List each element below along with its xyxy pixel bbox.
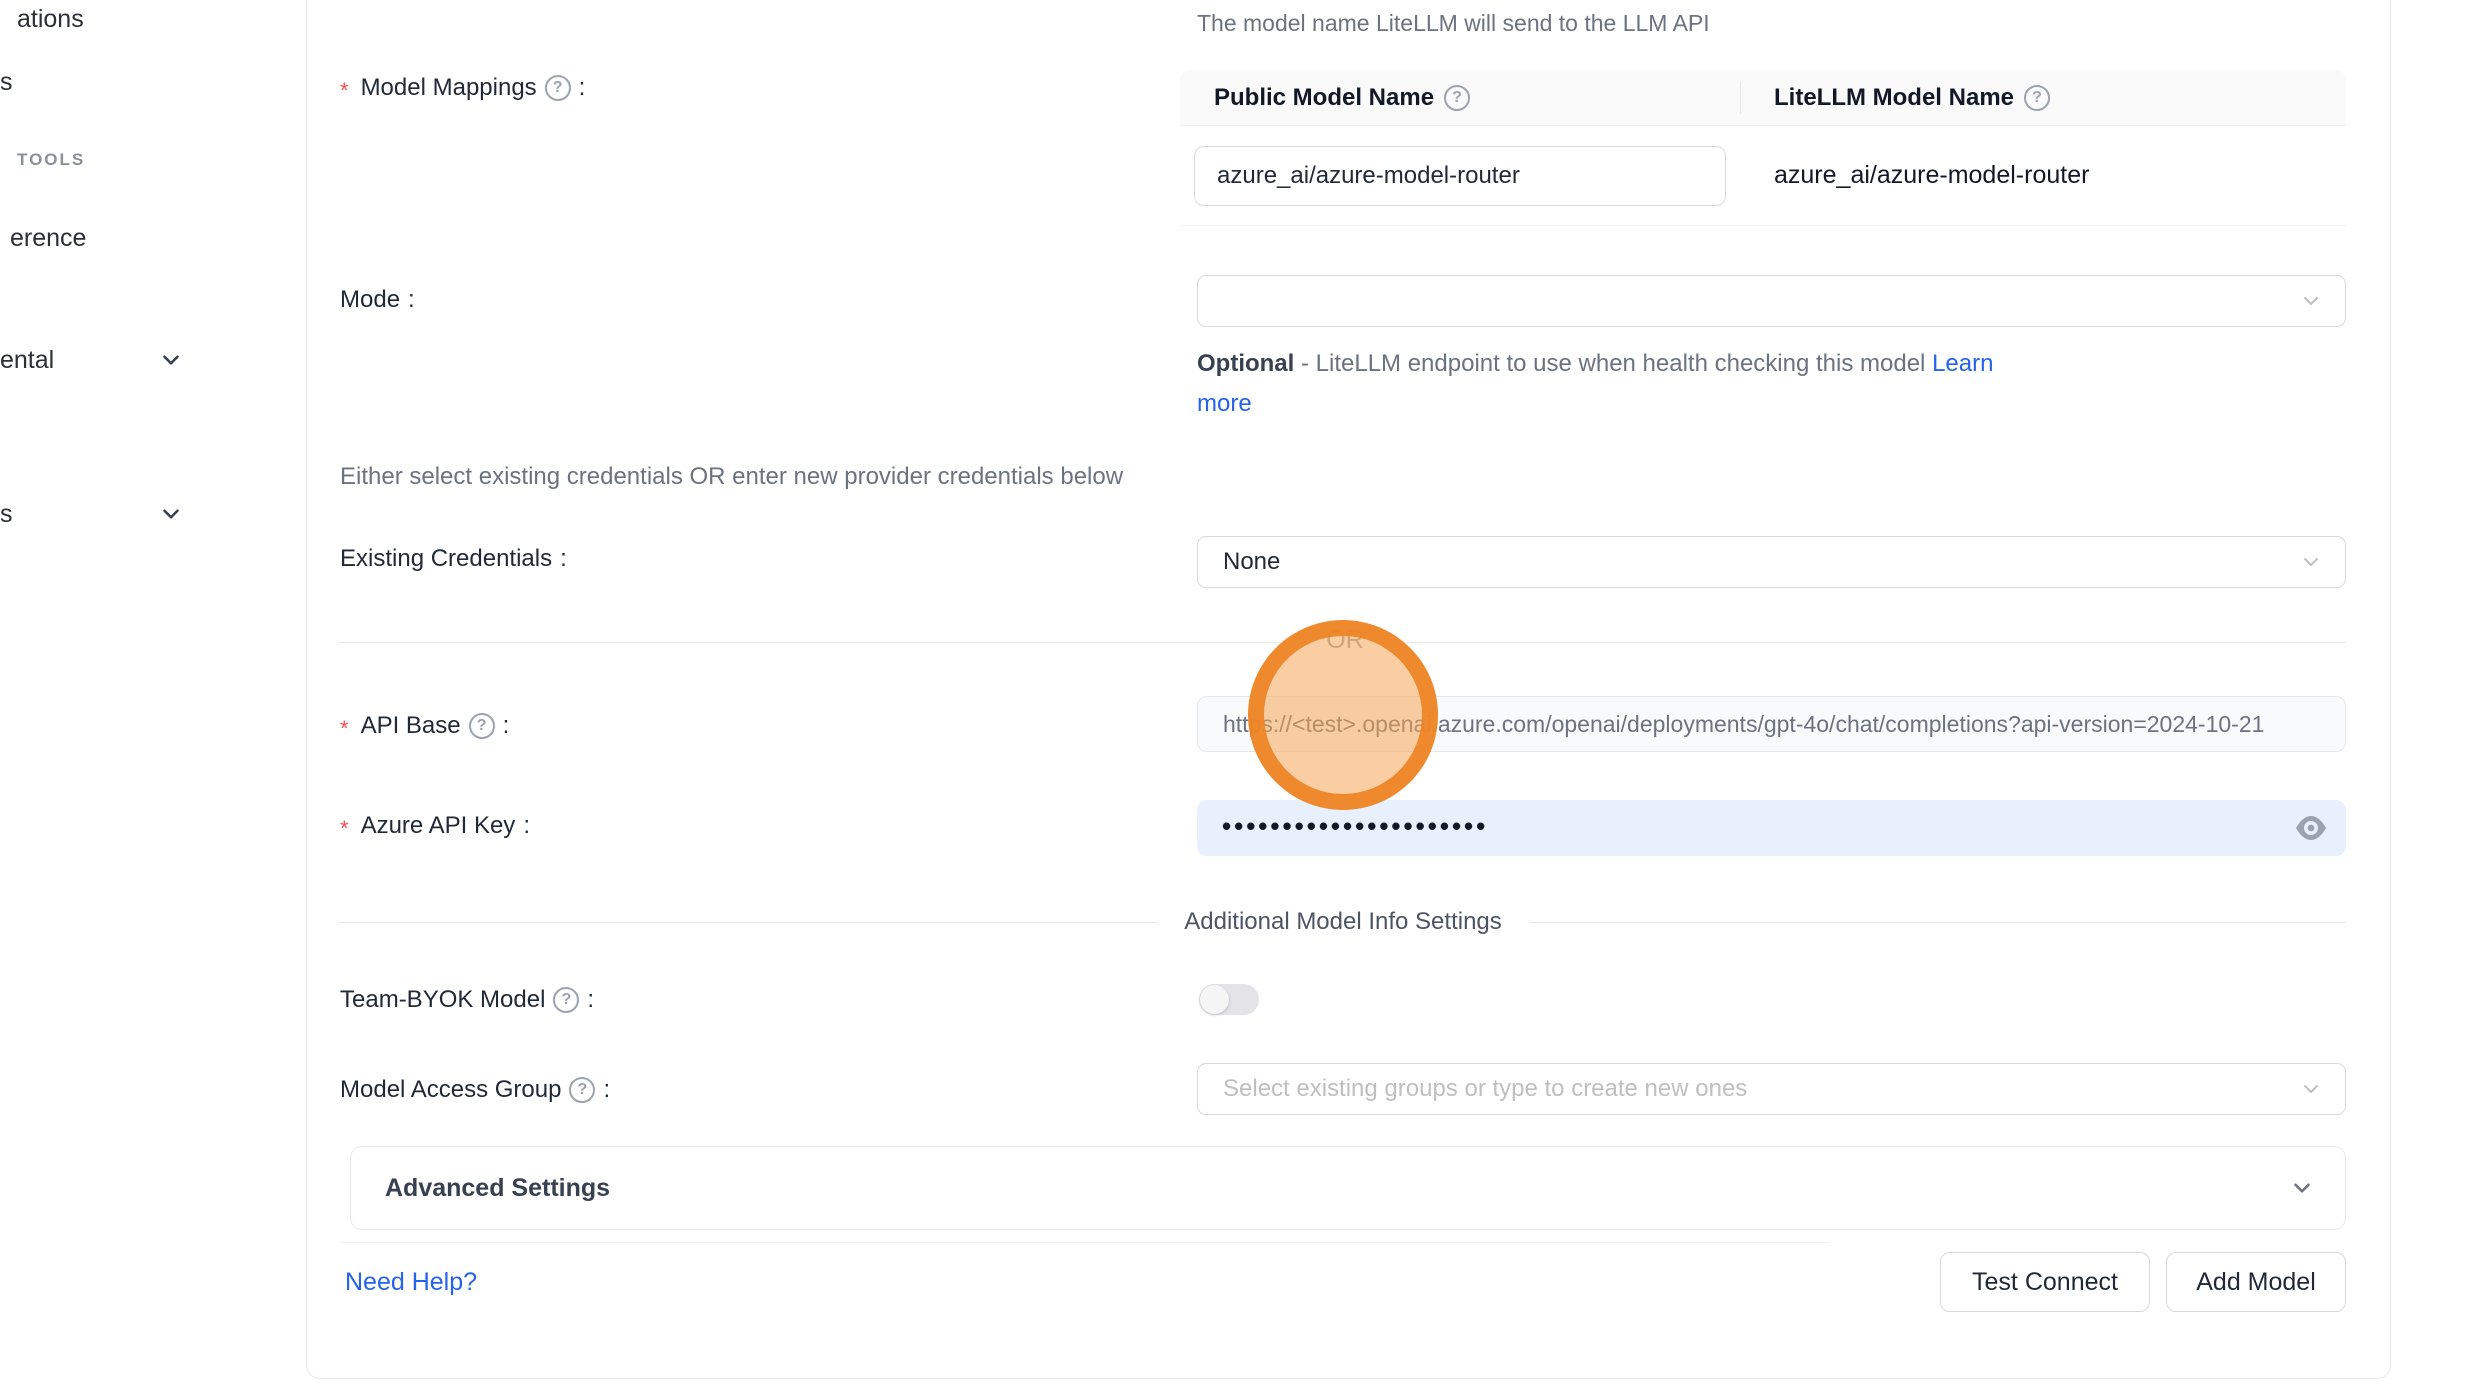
mode-select[interactable] [1197,275,2346,327]
model-mappings-label: * Model Mappings ? : [340,74,585,102]
existing-credentials-label: Existing Credentials : [340,545,567,573]
help-icon[interactable]: ? [1444,85,1470,111]
required-mark: * [340,78,349,104]
chevron-down-icon [2299,1077,2323,1101]
mode-label: Mode : [340,286,415,314]
azure-api-key-input[interactable]: •••••••••••••••••••••• [1197,800,2346,856]
model-access-group-placeholder: Select existing groups or type to create… [1223,1075,1747,1103]
label-colon: : [579,74,586,102]
azure-api-key-label: * Azure API Key : [340,812,530,840]
help-icon[interactable]: ? [545,75,571,101]
help-icon[interactable]: ? [2024,85,2050,111]
help-icon[interactable]: ? [553,987,579,1013]
sidebar-item-experimental[interactable]: ental [0,346,54,375]
sidebar-section-tools: TOOLS [17,150,85,170]
model-access-group-select[interactable]: Select existing groups or type to create… [1197,1063,2346,1115]
public-model-name-header: Public Model Name ? [1180,84,1740,112]
advanced-settings-label: Advanced Settings [385,1174,610,1203]
required-mark: * [340,716,349,742]
team-byok-label: Team-BYOK Model ? : [340,986,594,1014]
chevron-down-icon[interactable] [158,347,184,373]
credentials-note: Either select existing credentials OR en… [340,463,1123,491]
sidebar-item-label: s [0,500,13,528]
label-colon: : [408,286,415,314]
mode-hint: Optional - LiteLLM endpoint to use when … [1197,344,2037,424]
table-header-row: Public Model Name ? LiteLLM Model Name ? [1180,70,2346,126]
additional-info-divider-label: Additional Model Info Settings [1156,908,1530,936]
sidebar-item-label: ations [17,5,84,33]
sidebar-item-organizations[interactable]: ations [17,5,84,34]
mode-hint-bold: Optional [1197,350,1294,377]
sidebar-item-inference[interactable]: erence [10,224,86,253]
litellm-model-name-header: LiteLLM Model Name ? [1740,84,2346,112]
eye-icon[interactable] [2294,815,2328,841]
sidebar-item-label: s [0,68,13,96]
model-access-group-label: Model Access Group ? : [340,1076,610,1104]
label-colon: : [523,812,530,840]
table-row: azure_ai/azure-model-router [1180,126,2346,226]
litellm-model-name-value: azure_ai/azure-model-router [1740,161,2089,190]
chevron-down-icon [2299,289,2323,313]
additional-info-divider: Additional Model Info Settings [340,908,2346,936]
toggle-knob [1200,985,1229,1014]
api-base-label: * API Base ? : [340,712,509,740]
existing-credentials-select[interactable]: None [1197,536,2346,588]
column-separator [1740,82,1741,114]
sidebar: ations s TOOLS erence ental s [0,0,306,1385]
public-model-name-input[interactable] [1194,146,1726,206]
add-model-button[interactable]: Add Model [2166,1252,2346,1312]
or-divider-label: OR [1290,626,1400,655]
chevron-down-icon[interactable] [158,501,184,527]
model-mappings-table: Public Model Name ? LiteLLM Model Name ?… [1180,70,2346,226]
sidebar-item-4[interactable]: s [0,500,13,529]
team-byok-toggle[interactable] [1199,984,1259,1015]
advanced-settings-panel[interactable]: Advanced Settings [350,1146,2346,1230]
chevron-down-icon [2299,550,2323,574]
model-name-hint: The model name LiteLLM will send to the … [1197,10,1710,37]
masked-api-key: •••••••••••••••••••••• [1222,811,1488,842]
sidebar-item-1[interactable]: s [0,68,13,97]
help-icon[interactable]: ? [469,713,495,739]
mode-hint-text: - LiteLLM endpoint to use when health ch… [1294,350,1932,377]
need-help-link[interactable]: Need Help? [345,1268,477,1297]
label-colon: : [587,986,594,1014]
required-mark: * [340,816,349,842]
sidebar-item-label: erence [10,224,86,252]
existing-credentials-value: None [1223,548,1280,576]
help-icon[interactable]: ? [569,1077,595,1103]
test-connect-button[interactable]: Test Connect [1940,1252,2150,1312]
divider [340,1242,1830,1243]
label-colon: : [560,545,567,573]
api-base-input[interactable] [1197,696,2346,752]
label-colon: : [503,712,510,740]
chevron-down-icon [2289,1175,2315,1201]
label-colon: : [603,1076,610,1104]
sidebar-item-label: ental [0,346,54,374]
